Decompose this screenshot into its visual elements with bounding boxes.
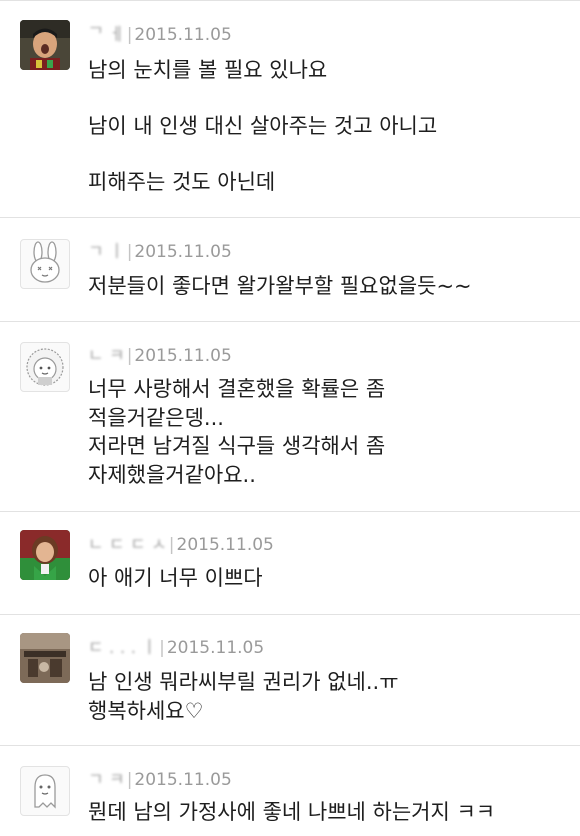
meta-separator: | <box>126 242 133 262</box>
comment-line <box>88 84 566 112</box>
comment-date: 2015.11.05 <box>134 346 232 366</box>
comment-line: 행복하세요♡ <box>88 699 204 723</box>
lion-character-icon <box>26 348 64 386</box>
avatar[interactable] <box>20 633 70 683</box>
man-shouting-photo-icon <box>20 20 70 70</box>
meta-separator: | <box>159 638 165 658</box>
comment-item: ㄴ ㄷ ㄷ ㅅ | 2015.11.05 아 애기 너무 이쁘다 <box>0 512 580 615</box>
rabbit-character-icon <box>30 241 60 283</box>
comment-body: 너무 사랑해서 결혼했을 확률은 좀 적을거같은뎅... 저라면 남겨질 식구들… <box>88 375 566 489</box>
comment-line: 자제했을거같아요.. <box>88 462 256 487</box>
comment-date: 2015.11.05 <box>134 770 232 790</box>
meta-separator: | <box>168 535 175 555</box>
comment-author[interactable]: ㄱ ㅋ <box>88 770 125 790</box>
comment-meta: ㄴ ㅋ | 2015.11.05 <box>88 346 232 366</box>
comment-line: 남 인생 뭐라씨부릴 권리가 없네..ㅠ <box>88 670 399 694</box>
comment-line: 남이 내 인생 대신 살아주는 것고 아니고 <box>88 114 438 138</box>
comment-line: 뭔데 남의 가정사에 좋네 나쁘네 하는거지 ㅋㅋ <box>88 800 496 824</box>
avatar[interactable] <box>20 766 70 816</box>
comment-item: ᄀ ㅔ | 2015.11.05 남의 눈치를 볼 필요 있나요 남이 내 인생 대… <box>0 0 580 218</box>
comment-meta: ᄀ ㅔ | 2015.11.05 <box>88 25 232 45</box>
comment-date: 2015.11.05 <box>134 242 232 262</box>
comment-date: 2015.11.05 <box>176 535 274 555</box>
comment-line: 저라면 남겨질 식구들 생각해서 좀 <box>88 434 386 458</box>
comment-author[interactable]: ᄀ ㅔ <box>88 25 125 45</box>
comment-item: ㄷ . . . ㅣ | 2015.11.05 남 인생 뭐라씨부릴 권리가 없네..… <box>0 615 580 746</box>
comment-body: 저분들이 좋다면 왈가왈부할 필요없을듯~~ <box>88 272 566 300</box>
meta-separator: | <box>126 770 133 790</box>
comment-date: 2015.11.05 <box>166 638 265 658</box>
comment-meta: ㄱ ㅋ | 2015.11.05 <box>88 770 232 790</box>
avatar[interactable] <box>20 530 70 580</box>
ghost-character-icon <box>34 774 56 809</box>
comment-body: 뭔데 남의 가정사에 좋네 나쁘네 하는거지 ㅋㅋ <box>88 798 566 826</box>
comment-meta: ㄷ . . . ㅣ | 2015.11.05 <box>88 638 264 658</box>
comment-line: 적을거같은뎅... <box>88 405 224 430</box>
meta-separator: | <box>126 25 133 45</box>
comment-body: 남 인생 뭐라씨부릴 권리가 없네..ㅠ 행복하세요♡ <box>88 668 566 726</box>
comment-author[interactable]: ㄱ ㅣ <box>88 242 125 262</box>
comment-meta: ㄱ ㅣ | 2015.11.05 <box>88 242 232 262</box>
comment-date: 2015.11.05 <box>134 25 232 45</box>
comment-line <box>88 140 566 168</box>
desk-photo-icon <box>20 633 70 683</box>
avatar[interactable] <box>20 20 70 70</box>
comment-author[interactable]: ㄴ ㅋ <box>88 346 125 366</box>
comment-item: ㄱ ㅋ | 2015.11.05 뭔데 남의 가정사에 좋네 나쁘네 하는거지 ㅋㅋ <box>0 746 580 836</box>
comment-line: 남의 눈치를 볼 필요 있나요 <box>88 58 328 82</box>
comment-author[interactable]: ㄴ ㄷ ㄷ ㅅ <box>88 535 167 555</box>
comment-body: 남의 눈치를 볼 필요 있나요 남이 내 인생 대신 살아주는 것고 아니고 피… <box>88 56 566 196</box>
comment-body: 아 애기 너무 이쁘다 <box>88 564 566 592</box>
meta-separator: | <box>126 346 133 366</box>
avatar[interactable] <box>20 342 70 392</box>
avatar[interactable] <box>20 239 70 289</box>
comment-item: ㄱ ㅣ | 2015.11.05 저분들이 좋다면 왈가왈부할 필요없을듯~~ <box>0 218 580 322</box>
comment-line: 저분들이 좋다면 왈가왈부할 필요없을듯~~ <box>88 274 472 298</box>
girl-green-jacket-photo-icon <box>20 530 70 580</box>
comment-line: 아 애기 너무 이쁘다 <box>88 566 263 590</box>
comment-author[interactable]: ㄷ . . . ㅣ <box>88 638 157 658</box>
comment-item: ㄴ ㅋ | 2015.11.05 너무 사랑해서 결혼했을 확률은 좀 적을거같은뎅… <box>0 322 580 512</box>
comment-line: 피해주는 것도 아닌데 <box>88 170 276 194</box>
comment-meta: ㄴ ㄷ ㄷ ㅅ | 2015.11.05 <box>88 535 274 555</box>
comment-line: 너무 사랑해서 결혼했을 확률은 좀 <box>88 377 386 401</box>
